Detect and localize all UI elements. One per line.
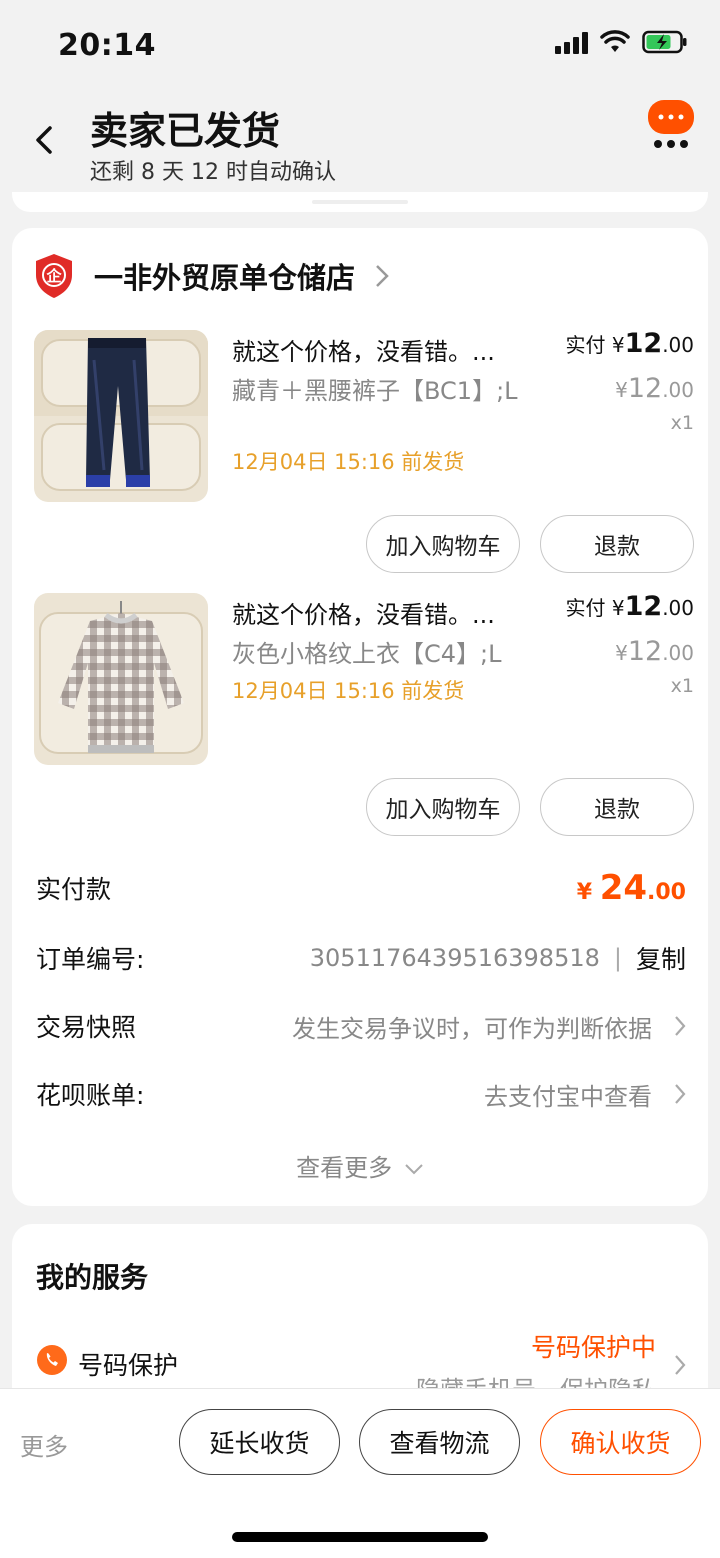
- trade-snapshot-label: 交易快照: [36, 1013, 137, 1042]
- ship-deadline: 12月04日 15:16 前发货: [232, 679, 465, 703]
- more-menu-icon[interactable]: [646, 100, 696, 150]
- chevron-right-icon: [675, 1355, 686, 1375]
- trade-snapshot-row[interactable]: 交易快照 发生交易争议时，可作为判断依据: [36, 1004, 686, 1048]
- copy-button[interactable]: 复制: [636, 940, 686, 976]
- signal-icon: [555, 30, 588, 54]
- price-column: 实付 ¥12.00 ¥12.00 x1: [566, 328, 694, 434]
- paid-price: 实付 ¥12.00: [565, 591, 694, 622]
- ship-deadline: 12月04日 15:16 前发货: [232, 450, 465, 474]
- page-header: 卖家已发货 还剩 8 天 12 时自动确认: [0, 90, 720, 200]
- product-spec: 藏青＋黑腰裤子【BC1】;L: [232, 377, 518, 405]
- svg-text:企: 企: [45, 267, 62, 285]
- shop-link[interactable]: 企 一非外贸原单仓储店: [34, 250, 389, 302]
- back-arrow-icon[interactable]: [30, 120, 60, 160]
- quantity: x1: [670, 412, 694, 434]
- enterprise-shield-icon: 企: [36, 254, 72, 298]
- product-image-plaid-top[interactable]: [34, 593, 208, 765]
- total-paid-label: 实付款: [36, 875, 112, 904]
- view-logistics-button[interactable]: 查看物流: [359, 1409, 520, 1475]
- product-title[interactable]: 就这个价格，没看错。...: [232, 595, 552, 630]
- product-image-pants[interactable]: [34, 330, 208, 502]
- trade-snapshot-hint: 发生交易争议时，可作为判断依据: [292, 1014, 652, 1043]
- wifi-icon: [600, 30, 630, 52]
- add-to-cart-button[interactable]: 加入购物车: [366, 515, 520, 573]
- huabei-bill-row[interactable]: 花呗账单: 去支付宝中查看: [36, 1072, 686, 1116]
- divider: |: [613, 944, 622, 972]
- total-paid-row: 实付款 ¥ 24.00: [36, 866, 686, 910]
- services-title: 我的服务: [36, 1261, 149, 1294]
- status-bar: 20:14: [0, 0, 720, 90]
- home-indicator[interactable]: [232, 1532, 488, 1542]
- order-item: 就这个价格，没看错。... 藏青＋黑腰裤子【BC1】;L 12月04日 15:1…: [34, 328, 694, 578]
- order-card: 企 一非外贸原单仓储店 就这个价格，没看错。... 藏青＋黑腰裤子【BC1】;L…: [12, 228, 708, 1206]
- order-item: 就这个价格，没看错。... 灰色小格纹上衣【C4】;L 12月04日 15:16…: [34, 591, 694, 841]
- chevron-right-icon: [675, 1084, 686, 1104]
- product-title[interactable]: 就这个价格，没看错。...: [232, 332, 552, 367]
- number-protection-row[interactable]: 号码保护 号码保护中 隐藏手机号，保护隐私: [36, 1333, 686, 1404]
- chevron-right-icon: [376, 265, 389, 287]
- price-column: 实付 ¥12.00 ¥12.00 x1: [566, 591, 694, 697]
- huabei-bill-link: 去支付宝中查看: [484, 1082, 652, 1111]
- original-price: ¥12.00: [615, 636, 694, 667]
- order-number-label: 订单编号:: [36, 945, 145, 974]
- add-to-cart-button[interactable]: 加入购物车: [366, 778, 520, 836]
- status-time: 20:14: [58, 28, 156, 63]
- see-more-button[interactable]: 查看更多: [12, 1148, 708, 1183]
- logistics-card-bottom: [12, 192, 708, 212]
- auto-confirm-countdown: 还剩 8 天 12 时自动确认: [90, 160, 336, 185]
- item-actions: 加入购物车 退款: [366, 778, 694, 836]
- quantity: x1: [670, 675, 694, 697]
- product-spec: 灰色小格纹上衣【C4】;L: [232, 640, 502, 668]
- number-protection-label: 号码保护: [78, 1351, 179, 1380]
- page-title: 卖家已发货: [90, 109, 281, 153]
- refund-button[interactable]: 退款: [540, 515, 694, 573]
- shop-name: 一非外贸原单仓储店: [94, 261, 356, 295]
- item-actions: 加入购物车 退款: [366, 515, 694, 573]
- paid-price: 实付 ¥12.00: [565, 328, 694, 359]
- battery-icon: [642, 30, 687, 54]
- refund-button[interactable]: 退款: [540, 778, 694, 836]
- chevron-down-icon: [405, 1164, 423, 1175]
- total-paid-amount: ¥ 24.00: [576, 868, 686, 908]
- order-number-row: 订单编号: 3051176439516398518 | 复制: [36, 936, 686, 980]
- more-button[interactable]: 更多: [20, 1427, 68, 1462]
- original-price: ¥12.00: [615, 373, 694, 404]
- status-icons: [555, 30, 688, 54]
- confirm-receipt-button[interactable]: 确认收货: [540, 1409, 701, 1475]
- number-protection-status: 号码保护中: [530, 1333, 656, 1362]
- extend-receipt-button[interactable]: 延长收货: [179, 1409, 340, 1475]
- order-number: 3051176439516398518: [309, 944, 600, 972]
- phone-shield-icon: [37, 1345, 67, 1375]
- huabei-bill-label: 花呗账单:: [36, 1081, 145, 1110]
- chevron-right-icon: [675, 1016, 686, 1036]
